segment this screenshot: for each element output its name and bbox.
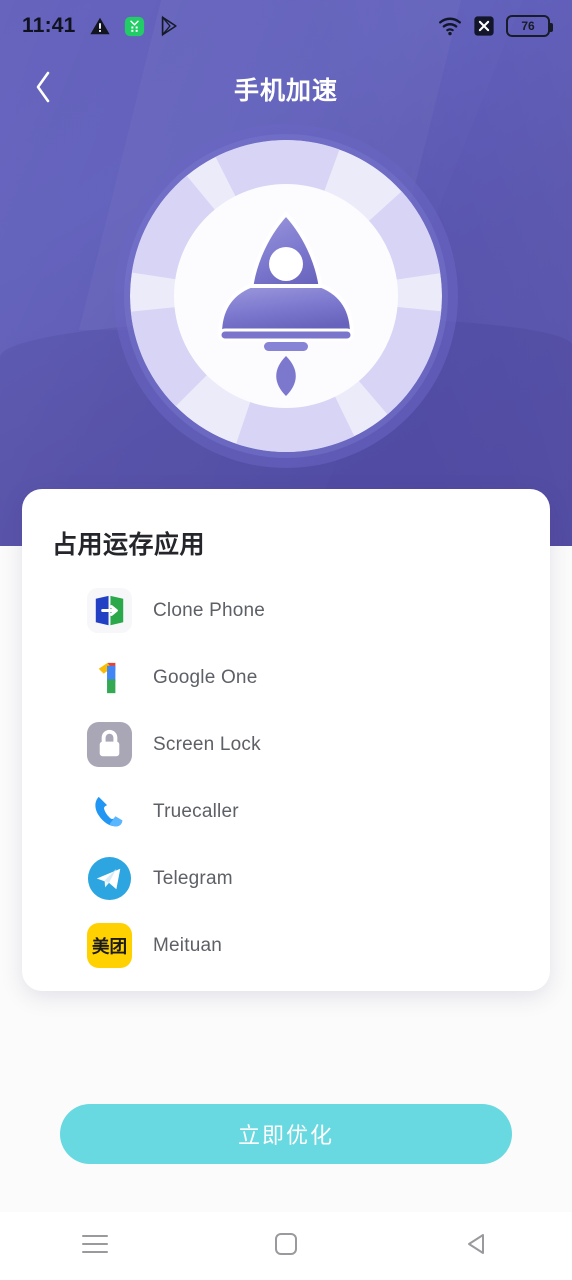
app-name: Clone Phone [153,599,266,621]
system-navigation-bar [0,1212,572,1280]
card-title: 占用运存应用 [52,531,206,559]
list-item[interactable]: Clone Phone [52,577,520,644]
clone-phone-icon [86,587,133,634]
telegram-icon [86,855,133,902]
menu-icon [80,1232,110,1261]
optimize-now-button[interactable]: 立即优化 [60,1104,512,1164]
app-name: Truecaller [153,800,239,822]
status-bar-right: 76 [438,15,553,37]
recents-button[interactable] [55,1212,135,1280]
status-bar-left: 11:41 [22,14,180,38]
square-icon [273,1231,299,1262]
home-button[interactable] [246,1212,326,1280]
screen-lock-icon [86,721,133,768]
meituan-icon: 美团 [86,922,133,969]
list-item[interactable]: Screen Lock [52,711,520,778]
green-app-icon [124,16,145,37]
list-item[interactable]: Telegram [52,845,520,912]
status-bar: 11:41 76 [0,0,572,52]
truecaller-icon [86,788,133,835]
back-nav-button[interactable] [437,1212,517,1280]
battery-level-label: 76 [521,19,535,33]
app-name: Meituan [153,934,222,956]
list-item[interactable]: 美团 Meituan [52,912,520,979]
svg-text:美团: 美团 [92,936,127,957]
play-store-icon [158,15,180,37]
app-name: Screen Lock [153,733,261,755]
app-name: Telegram [153,867,233,889]
ram-apps-card: 占用运存应用 Clone Phone Google One Screen Loc… [22,489,550,991]
google-one-icon [86,654,133,701]
warning-triangle-icon [89,15,111,37]
triangle-back-icon [464,1231,490,1262]
app-name: Google One [153,666,258,688]
app-list: Clone Phone Google One Screen Lock Truec… [52,577,520,979]
battery-indicator: 76 [506,15,553,37]
back-button[interactable] [18,60,68,118]
phone-screen: 11:41 76 手机加速 占用运存应用 Clone Phone Google … [0,0,572,1280]
app-bar: 手机加速 [0,60,572,118]
rocket-medallion-icon [112,122,460,470]
chevron-left-icon [33,70,53,109]
list-item[interactable]: Truecaller [52,778,520,845]
wifi-icon [438,16,462,36]
optimize-now-label: 立即优化 [237,1123,334,1148]
list-item[interactable]: Google One [52,644,520,711]
no-sim-icon [473,15,495,37]
page-title: 手机加速 [233,77,338,105]
status-bar-clock: 11:41 [22,14,76,37]
